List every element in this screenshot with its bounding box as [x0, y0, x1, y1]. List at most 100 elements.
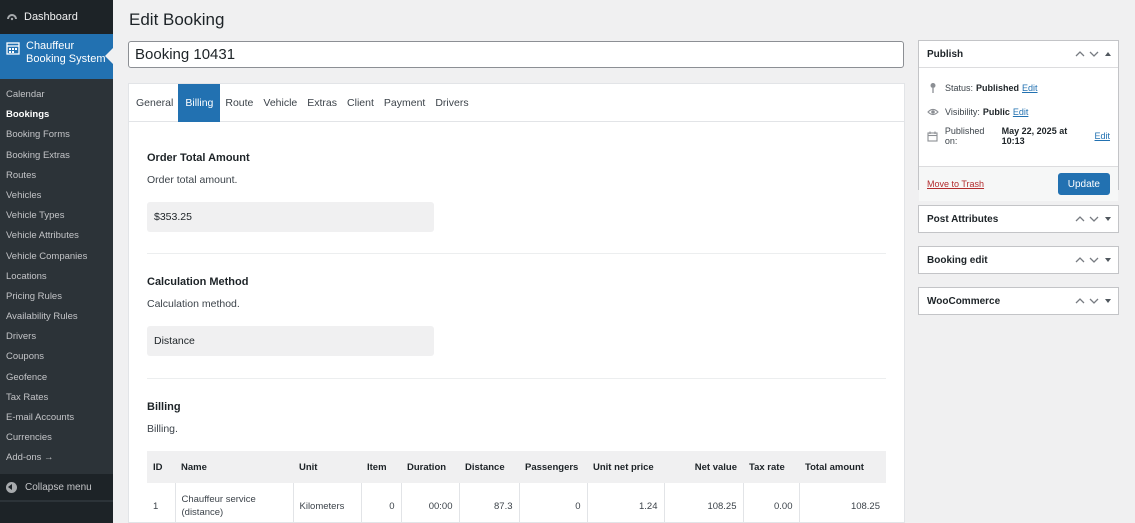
- booking-edit-title: Booking edit: [927, 254, 988, 266]
- sidebar-item-dashboard[interactable]: Dashboard: [0, 0, 113, 34]
- tab-drivers[interactable]: Drivers: [430, 84, 473, 122]
- tab-route[interactable]: Route: [220, 84, 258, 122]
- sidebar-item-email-accounts[interactable]: E-mail Accounts: [0, 408, 113, 428]
- cell-id: 1: [147, 483, 176, 523]
- visibility-edit-link[interactable]: Edit: [1013, 107, 1029, 117]
- caret-down-icon[interactable]: [1102, 295, 1114, 307]
- woocommerce-header[interactable]: WooCommerce: [919, 288, 1118, 314]
- cell-total-amount: 108.25: [850, 500, 880, 512]
- column-header: Distance: [459, 451, 519, 483]
- published-edit-link[interactable]: Edit: [1095, 131, 1111, 141]
- publish-date-row: Published on: May 22, 2025 at 10:13 Edit: [927, 124, 1110, 148]
- tab-vehicle[interactable]: Vehicle: [258, 84, 302, 122]
- collapse-menu-label: Collapse menu: [25, 481, 92, 493]
- cell-passengers: 0: [519, 483, 588, 523]
- chevron-down-icon[interactable]: [1088, 213, 1100, 225]
- status-label: Status:: [945, 83, 974, 93]
- update-button[interactable]: Update: [1057, 173, 1110, 195]
- publish-actions: Move to Trash Update: [919, 166, 1118, 201]
- sidebar-item-vehicle-types[interactable]: Vehicle Types: [0, 206, 113, 226]
- booking-edit-box: Booking edit: [918, 246, 1119, 274]
- section-divider: [147, 253, 886, 254]
- caret-up-icon[interactable]: [1102, 48, 1114, 60]
- calculation-method-desc: Calculation method.: [147, 298, 240, 310]
- sidebar-item-pricing-rules[interactable]: Pricing Rules: [0, 287, 113, 307]
- cell-unit: Kilometers: [293, 483, 362, 523]
- sidebar-item-drivers[interactable]: Drivers: [0, 327, 113, 347]
- sidebar-item-calendar[interactable]: Calendar: [0, 85, 113, 105]
- chevron-down-icon[interactable]: [1088, 295, 1100, 307]
- move-to-trash-link[interactable]: Move to Trash: [927, 179, 984, 189]
- collapse-arrow-icon: [6, 481, 17, 493]
- order-total-field: $353.25: [147, 202, 434, 232]
- cell-name-line: (distance): [181, 507, 224, 518]
- sidebar-item-vehicles[interactable]: Vehicles: [0, 186, 113, 206]
- chevron-up-icon[interactable]: [1074, 254, 1086, 266]
- sidebar-item-geofence[interactable]: Geofence: [0, 368, 113, 388]
- tab-client[interactable]: Client: [342, 84, 379, 122]
- booking-tabs: General Billing Route Vehicle Extras Cli…: [129, 84, 904, 122]
- caret-down-icon[interactable]: [1102, 254, 1114, 266]
- calendar-icon: [927, 130, 939, 142]
- admin-sidebar: Dashboard Chauffeur Booking System Calen…: [0, 0, 113, 523]
- sidebar-item-locations[interactable]: Locations: [0, 267, 113, 287]
- sidebar-item-add-ons[interactable]: Add-ons →: [0, 448, 113, 468]
- eye-icon: [927, 106, 939, 118]
- publish-visibility-row: Visibility: Public Edit: [927, 100, 1110, 124]
- published-label: Published on:: [944, 126, 985, 146]
- column-header: Name: [175, 451, 293, 483]
- post-attributes-title: Post Attributes: [927, 213, 999, 225]
- sidebar-item-vehicle-attributes[interactable]: Vehicle Attributes: [0, 226, 113, 246]
- visibility-value: Public: [982, 107, 1010, 117]
- chevron-up-icon[interactable]: [1074, 295, 1086, 307]
- booking-edit-header[interactable]: Booking edit: [919, 247, 1118, 273]
- sidebar-item-routes[interactable]: Routes: [0, 166, 113, 186]
- billing-desc: Billing.: [147, 423, 178, 435]
- woocommerce-title: WooCommerce: [927, 295, 1001, 307]
- post-attributes-header[interactable]: Post Attributes: [919, 206, 1118, 232]
- booking-meta-panel: General Billing Route Vehicle Extras Cli…: [128, 83, 905, 523]
- column-header: Tax rate: [743, 451, 799, 483]
- sidebar-item-availability-rules[interactable]: Availability Rules: [0, 307, 113, 327]
- cell-tax-rate: 0.00: [743, 483, 800, 523]
- column-header: Passengers: [519, 451, 587, 483]
- tab-payment[interactable]: Payment: [379, 84, 430, 122]
- visibility-label: Visibility:: [945, 107, 980, 117]
- table-row: 1 Chauffeur service (distance) Kilometer…: [147, 483, 886, 523]
- page-title: Edit Booking: [129, 10, 225, 29]
- tab-general[interactable]: General: [131, 84, 178, 122]
- cell-duration: 00:00: [401, 483, 460, 523]
- column-header: Item: [361, 451, 401, 483]
- chevron-down-icon[interactable]: [1088, 48, 1100, 60]
- sidebar-item-booking-forms[interactable]: Booking Forms: [0, 125, 113, 145]
- post-attributes-box: Post Attributes: [918, 205, 1119, 233]
- tab-billing[interactable]: Billing: [178, 84, 221, 122]
- chevron-down-icon[interactable]: [1088, 254, 1100, 266]
- calculation-method-field: Distance: [147, 326, 434, 356]
- section-divider: [147, 378, 886, 379]
- chevron-up-icon[interactable]: [1074, 213, 1086, 225]
- caret-down-icon[interactable]: [1102, 213, 1114, 225]
- sidebar-item-currencies[interactable]: Currencies: [0, 428, 113, 448]
- sidebar-item-booking-extras[interactable]: Booking Extras: [0, 146, 113, 166]
- sidebar-item-label: Booking System: [26, 53, 106, 65]
- publish-box-title: Publish: [927, 48, 964, 60]
- column-header: Unit: [293, 451, 361, 483]
- sidebar-item-bookings[interactable]: Bookings: [0, 105, 113, 125]
- status-edit-link[interactable]: Edit: [1022, 83, 1038, 93]
- order-total-desc: Order total amount.: [147, 174, 238, 186]
- sidebar-item-vehicle-companies[interactable]: Vehicle Companies: [0, 247, 113, 267]
- sidebar-item-coupons[interactable]: Coupons: [0, 347, 113, 367]
- booking-title-input[interactable]: Booking 10431: [128, 41, 904, 68]
- sidebar-item-chauffeur-booking-system[interactable]: Chauffeur Booking System: [0, 34, 113, 79]
- published-value: May 22, 2025 at 10:13: [1001, 126, 1068, 146]
- tab-extras[interactable]: Extras: [302, 84, 342, 122]
- chevron-up-icon[interactable]: [1074, 48, 1086, 60]
- collapse-menu-button[interactable]: Collapse menu: [0, 474, 113, 500]
- publish-status-row: Status: Published Edit: [927, 76, 1110, 100]
- column-header: Total amount: [799, 451, 886, 483]
- calculation-method-title: Calculation Method: [147, 276, 249, 288]
- publish-box-header[interactable]: Publish: [919, 41, 1118, 67]
- cell-item: 0: [361, 483, 402, 523]
- sidebar-item-tax-rates[interactable]: Tax Rates: [0, 388, 113, 408]
